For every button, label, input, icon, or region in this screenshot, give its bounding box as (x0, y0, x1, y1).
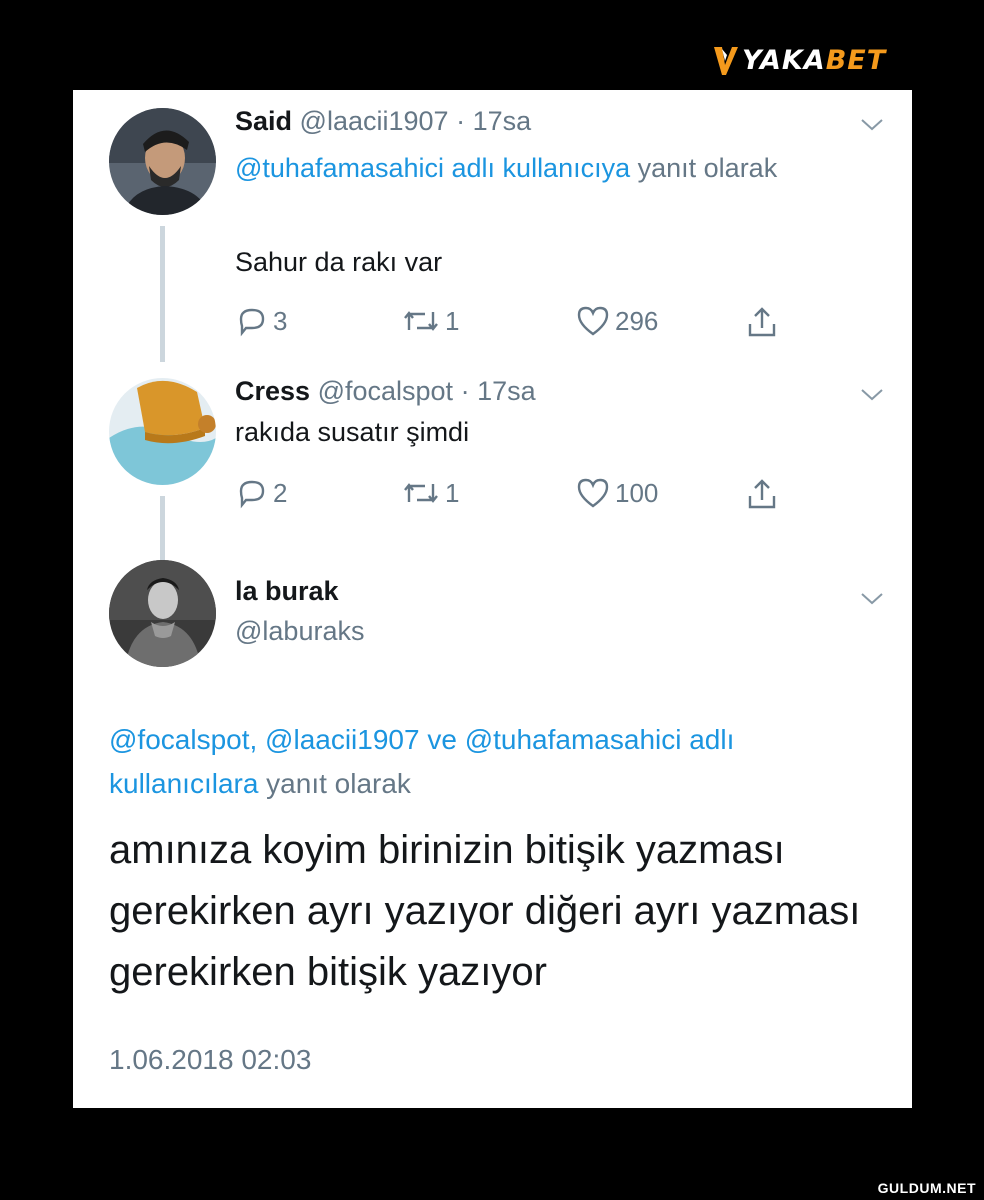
logo-main-text: YAKA (742, 44, 826, 76)
reply-icon (239, 480, 265, 509)
tweet-text: Sahur da rakı var (235, 247, 443, 277)
tweet-thread-card: Said @laacii1907 · 17sa @tuhafamasahici … (73, 90, 912, 1108)
chevron-down-icon[interactable] (860, 592, 884, 606)
retweet-icon (404, 483, 438, 503)
logo-flame-icon (714, 47, 738, 75)
share-icon (748, 307, 776, 337)
reply-suffix: yanıt olarak (258, 768, 411, 799)
tweet-actions: 2 1 100 (235, 476, 795, 516)
like-button[interactable]: 296 (575, 304, 658, 338)
tweet-actions: 3 1 296 (235, 304, 795, 344)
display-name[interactable]: la burak (235, 576, 339, 606)
reply-suffix: yanıt olarak (630, 153, 778, 183)
timestamp[interactable]: · 17sa (461, 376, 536, 406)
main-tweet-text: amınıza koyim birinizin bitişik yazması … (109, 828, 861, 994)
chevron-down-icon[interactable] (860, 388, 884, 402)
share-icon (748, 479, 776, 509)
handle[interactable]: @laburaks (235, 616, 364, 646)
like-button[interactable]: 100 (575, 476, 658, 510)
yakabet-logo: YAKABET (712, 42, 886, 78)
reply-count: 3 (273, 305, 288, 336)
timestamp[interactable]: · 17sa (456, 106, 531, 136)
avatar[interactable] (109, 378, 216, 485)
share-button[interactable] (745, 304, 783, 340)
tweet-said[interactable]: Said @laacii1907 · 17sa @tuhafamasahici … (73, 90, 912, 370)
retweet-icon (404, 311, 438, 331)
avatar[interactable] (109, 560, 216, 667)
chevron-down-icon[interactable] (860, 118, 884, 132)
like-icon (577, 478, 609, 508)
reply-context: @focalspot, @laacii1907 ve @tuhafamasahi… (109, 718, 869, 806)
like-count: 100 (615, 477, 659, 508)
retweet-count: 1 (445, 477, 460, 508)
retweet-button[interactable]: 1 (401, 304, 459, 338)
display-name[interactable]: Said (235, 106, 292, 136)
reply-button[interactable]: 2 (235, 476, 287, 510)
handle[interactable]: @focalspot (318, 376, 453, 406)
retweet-button[interactable]: 1 (401, 476, 459, 510)
reply-context: @tuhafamasahici adlı kullanıcıya yanıt o… (235, 146, 815, 190)
share-button[interactable] (745, 476, 783, 512)
display-name[interactable]: Cress (235, 376, 310, 406)
tweet-date[interactable]: 1.06.2018 02:03 (109, 1044, 311, 1076)
reply-mention-link[interactable]: @tuhafamasahici adlı kullanıcıya (235, 153, 630, 183)
tweet-cress[interactable]: Cress @focalspot · 17sa rakıda susatır ş… (73, 370, 912, 564)
reply-button[interactable]: 3 (235, 304, 287, 338)
handle[interactable]: @laacii1907 (300, 106, 449, 136)
thread-line (160, 226, 165, 362)
avatar[interactable] (109, 108, 216, 215)
thread-line (160, 496, 165, 564)
retweet-count: 1 (445, 305, 460, 336)
reply-mention-links[interactable]: @focalspot, @laacii1907 ve @tuhafamasahi… (109, 724, 734, 799)
watermark: GULDUM.NET (877, 1180, 976, 1196)
reply-count: 2 (273, 477, 288, 508)
logo-accent-text: BET (825, 44, 887, 76)
like-count: 296 (615, 305, 659, 336)
reply-icon (239, 308, 265, 337)
tweet-text: rakıda susatır şimdi (235, 417, 470, 447)
like-icon (577, 306, 609, 336)
